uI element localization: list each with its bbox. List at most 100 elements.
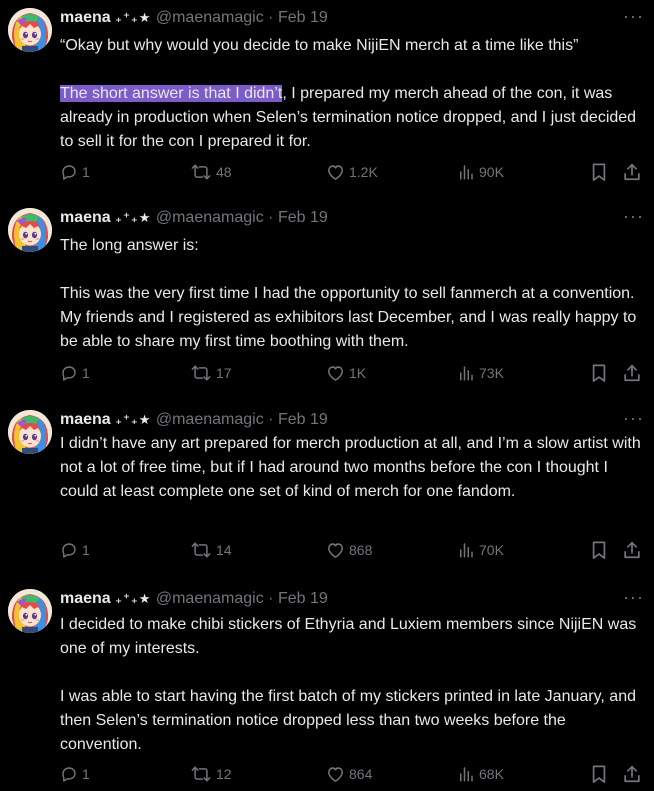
- reply-icon: [60, 765, 78, 783]
- reply-icon: [60, 541, 78, 559]
- retweet-button[interactable]: 12: [190, 764, 232, 784]
- author-name[interactable]: maena: [60, 9, 111, 26]
- tweet-date[interactable]: Feb 19: [278, 209, 328, 226]
- author-name[interactable]: maena: [60, 590, 111, 607]
- share-icon: [622, 162, 642, 182]
- share-icon: [622, 540, 642, 560]
- like-button[interactable]: 1K: [326, 363, 366, 383]
- bookmark-icon: [590, 764, 608, 784]
- separator-dot: ·: [268, 411, 274, 428]
- like-icon: [326, 163, 345, 181]
- retweet-icon: [190, 765, 212, 783]
- views-count: 73K: [479, 365, 504, 381]
- views-icon: [457, 364, 475, 382]
- tweet-date[interactable]: Feb 19: [278, 590, 328, 607]
- views-button[interactable]: 68K: [457, 764, 504, 784]
- reply-count: 1: [82, 766, 90, 782]
- tweet-header: maena ₊⁺₊★ @maenamagic · Feb 19: [60, 8, 634, 28]
- author-handle[interactable]: @maenamagic: [156, 411, 264, 428]
- like-count: 864: [349, 766, 373, 782]
- bookmark-icon: [590, 540, 608, 560]
- tweet-text-part: “Okay but why would you decide to make N…: [60, 37, 579, 54]
- retweet-icon: [190, 163, 212, 181]
- author-handle[interactable]: @maenamagic: [156, 209, 264, 226]
- bookmark-icon: [590, 363, 608, 383]
- reply-count: 1: [82, 542, 90, 558]
- retweet-button[interactable]: 48: [190, 162, 232, 182]
- like-icon: [326, 765, 345, 783]
- bookmark-button[interactable]: [590, 162, 608, 182]
- share-icon: [622, 363, 642, 383]
- action-bar: 1 14 868 70K: [60, 540, 650, 560]
- separator-dot: ·: [268, 209, 274, 226]
- reply-icon: [60, 163, 78, 181]
- share-button[interactable]: [622, 764, 642, 784]
- reply-button[interactable]: 1: [60, 363, 90, 383]
- retweet-icon: [190, 541, 212, 559]
- like-icon: [326, 541, 345, 559]
- avatar[interactable]: [8, 410, 52, 454]
- reply-button[interactable]: 1: [60, 162, 90, 182]
- separator-dot: ·: [268, 9, 274, 26]
- action-bar: 1 12 864 68K: [60, 764, 650, 784]
- retweet-button[interactable]: 14: [190, 540, 232, 560]
- share-button[interactable]: [622, 540, 642, 560]
- tweet-date[interactable]: Feb 19: [278, 9, 328, 26]
- views-button[interactable]: 90K: [457, 162, 504, 182]
- reply-count: 1: [82, 164, 90, 180]
- bookmark-button[interactable]: [590, 363, 608, 383]
- like-button[interactable]: 864: [326, 764, 372, 784]
- bookmark-button[interactable]: [590, 764, 608, 784]
- avatar[interactable]: [8, 8, 52, 52]
- reply-button[interactable]: 1: [60, 764, 90, 784]
- like-count: 868: [349, 542, 373, 558]
- author-handle[interactable]: @maenamagic: [156, 590, 264, 607]
- views-button[interactable]: 73K: [457, 363, 504, 383]
- avatar[interactable]: [8, 589, 52, 633]
- retweet-count: 48: [216, 164, 232, 180]
- like-button[interactable]: 1.2K: [326, 162, 378, 182]
- author-name[interactable]: maena: [60, 209, 111, 226]
- like-icon: [326, 364, 345, 382]
- name-decoration: ₊⁺₊★: [115, 412, 152, 427]
- views-count: 90K: [479, 164, 504, 180]
- tweet-header: maena ₊⁺₊★ @maenamagic · Feb 19: [60, 208, 634, 228]
- retweet-count: 17: [216, 365, 232, 381]
- bookmark-button[interactable]: [590, 540, 608, 560]
- bookmark-icon: [590, 162, 608, 182]
- tweet-text: “Okay but why would you decide to make N…: [60, 34, 645, 154]
- share-button[interactable]: [622, 162, 642, 182]
- retweet-button[interactable]: 17: [190, 363, 232, 383]
- like-count: 1.2K: [349, 164, 378, 180]
- reply-button[interactable]: 1: [60, 540, 90, 560]
- action-bar: 1 48 1.2K 90K: [60, 162, 650, 182]
- name-decoration: ₊⁺₊★: [115, 210, 152, 225]
- more-icon[interactable]: ···: [623, 6, 644, 27]
- retweet-icon: [190, 364, 212, 382]
- more-icon[interactable]: ···: [623, 587, 644, 608]
- reply-count: 1: [82, 365, 90, 381]
- views-icon: [457, 541, 475, 559]
- more-icon[interactable]: ···: [623, 408, 644, 429]
- more-icon[interactable]: ···: [623, 206, 644, 227]
- tweet-header: maena ₊⁺₊★ @maenamagic · Feb 19: [60, 589, 634, 609]
- name-decoration: ₊⁺₊★: [115, 10, 152, 25]
- share-button[interactable]: [622, 363, 642, 383]
- like-count: 1K: [349, 365, 367, 381]
- author-handle[interactable]: @maenamagic: [156, 9, 264, 26]
- share-icon: [622, 764, 642, 784]
- author-name[interactable]: maena: [60, 411, 111, 428]
- like-button[interactable]: 868: [326, 540, 372, 560]
- tweet-text: The long answer is: This was the very fi…: [60, 237, 637, 350]
- reply-icon: [60, 364, 78, 382]
- tweet-header: maena ₊⁺₊★ @maenamagic · Feb 19: [60, 410, 634, 430]
- tweet-text: I didn’t have any art prepared for merch…: [60, 435, 646, 500]
- action-bar: 1 17 1K 73K: [60, 363, 650, 383]
- tweet-date[interactable]: Feb 19: [278, 411, 328, 428]
- avatar[interactable]: [8, 208, 52, 252]
- selected-text: The short answer is that I didn’t: [60, 85, 283, 102]
- views-icon: [457, 163, 475, 181]
- views-button[interactable]: 70K: [457, 540, 504, 560]
- views-icon: [457, 765, 475, 783]
- retweet-count: 12: [216, 766, 232, 782]
